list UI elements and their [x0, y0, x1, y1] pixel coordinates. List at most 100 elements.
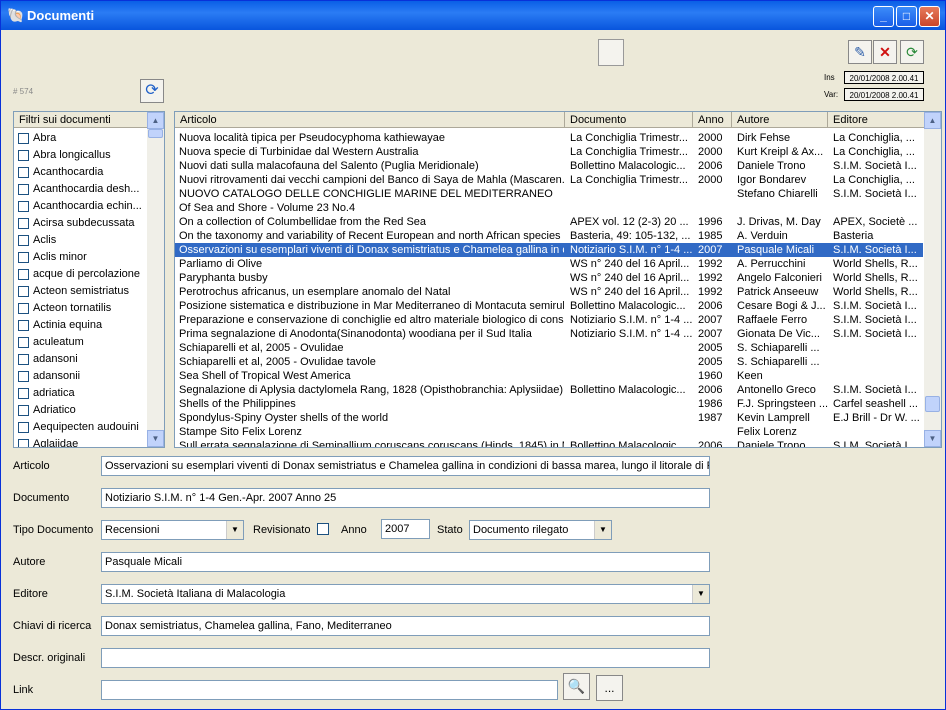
refresh-record-icon[interactable]: ⟳: [900, 40, 924, 64]
scroll-down-icon[interactable]: ▼: [924, 430, 941, 447]
filter-checkbox[interactable]: [18, 320, 29, 331]
filter-checkbox[interactable]: [18, 286, 29, 297]
scroll-thumb[interactable]: [925, 396, 940, 412]
autore-field[interactable]: Pasquale Micali: [101, 552, 710, 572]
filter-checkbox[interactable]: [18, 235, 29, 246]
filter-item[interactable]: Aglajidae: [14, 436, 146, 447]
filter-checkbox[interactable]: [18, 184, 29, 195]
anno-field[interactable]: 2007: [381, 519, 430, 539]
filter-checkbox[interactable]: [18, 269, 29, 280]
table-row[interactable]: Parliamo di Olive WS n° 240 del 16 April.…: [175, 257, 923, 271]
maximize-button[interactable]: □: [896, 6, 917, 27]
save-edit-icon[interactable]: ✎: [848, 40, 872, 64]
table-row[interactable]: Preparazione e conservazione di conchigl…: [175, 313, 923, 327]
filter-item[interactable]: aculeatum: [14, 334, 146, 351]
filter-item[interactable]: Acteon semistriatus: [14, 283, 146, 300]
articolo-field[interactable]: Osservazioni su esemplari viventi di Don…: [101, 456, 710, 476]
filter-checkbox[interactable]: [18, 422, 29, 433]
filter-checkbox[interactable]: [18, 337, 29, 348]
filter-item[interactable]: Acanthocardia echin...: [14, 198, 146, 215]
filters-header[interactable]: Filtri sui documenti: [14, 112, 148, 128]
filter-checkbox[interactable]: [18, 388, 29, 399]
table-row[interactable]: On the taxonomy and variability of Recen…: [175, 229, 923, 243]
filter-item[interactable]: Aclis: [14, 232, 146, 249]
filter-checkbox[interactable]: [18, 371, 29, 382]
table-row[interactable]: Schiaparelli et al, 2005 - Ovulidae tavo…: [175, 355, 923, 369]
column-header-articolo[interactable]: Articolo: [175, 112, 565, 128]
scroll-down-icon[interactable]: ▼: [147, 430, 164, 447]
close-button[interactable]: ✕: [919, 6, 940, 27]
cell-autore: Angelo Falconieri: [737, 272, 822, 284]
scroll-up-icon[interactable]: ▲: [147, 112, 164, 129]
documento-field[interactable]: Notiziario S.I.M. n° 1-4 Gen.-Apr. 2007 …: [101, 488, 710, 508]
chevron-down-icon[interactable]: ▼: [594, 521, 611, 539]
stato-select[interactable]: Documento rilegato ▼: [469, 520, 612, 540]
filter-checkbox[interactable]: [18, 218, 29, 229]
filter-checkbox[interactable]: [18, 405, 29, 416]
filter-checkbox[interactable]: [18, 150, 29, 161]
table-row[interactable]: Paryphanta busby WS n° 240 del 16 April..…: [175, 271, 923, 285]
filter-item[interactable]: adansonii: [14, 368, 146, 385]
filter-item[interactable]: Acirsa subdecussata: [14, 215, 146, 232]
table-row[interactable]: Spondylus-Spiny Oyster shells of the wor…: [175, 411, 923, 425]
filter-item[interactable]: Acteon tornatilis: [14, 300, 146, 317]
table-row[interactable]: On a collection of Columbellidae from th…: [175, 215, 923, 229]
table-row[interactable]: Sea Shell of Tropical West America 1960 Ke…: [175, 369, 923, 383]
table-row[interactable]: Osservazioni su esemplari viventi di Don…: [175, 243, 923, 257]
browse-button[interactable]: ...: [596, 675, 623, 701]
tipo-documento-select[interactable]: Recensioni ▼: [101, 520, 244, 540]
filter-item[interactable]: Acanthocardia: [14, 164, 146, 181]
revisionato-checkbox[interactable]: [317, 523, 329, 535]
filter-item[interactable]: Abra longicallus: [14, 147, 146, 164]
table-row[interactable]: Nuovi dati sulla malacofauna del Salento…: [175, 159, 923, 173]
filter-item[interactable]: adansoni: [14, 351, 146, 368]
table-row[interactable]: Nuovi ritrovamenti dai vecchi campioni d…: [175, 173, 923, 187]
table-row[interactable]: Posizione sistematica e distribuzione in…: [175, 299, 923, 313]
filter-checkbox[interactable]: [18, 167, 29, 178]
table-row[interactable]: Schiaparelli et al, 2005 - Ovulidae 2005 S…: [175, 341, 923, 355]
chevron-down-icon[interactable]: ▼: [226, 521, 243, 539]
refresh-filters-icon[interactable]: ⟳: [140, 79, 164, 103]
filter-item[interactable]: acque di percolazione: [14, 266, 146, 283]
minimize-button[interactable]: _: [873, 6, 894, 27]
scroll-thumb[interactable]: [148, 129, 163, 138]
filter-item[interactable]: Adriatico: [14, 402, 146, 419]
table-row[interactable]: Sull errata segnalazione di Semipallium …: [175, 439, 923, 447]
descr-field[interactable]: [101, 648, 710, 668]
editore-select[interactable]: S.I.M. Società Italiana di Malacologia ▼: [101, 584, 710, 604]
filter-checkbox[interactable]: [18, 354, 29, 365]
filter-checkbox[interactable]: [18, 133, 29, 144]
table-row[interactable]: Stampe Sito Felix Lorenz Felix Lorenz: [175, 425, 923, 439]
blank-button[interactable]: [598, 39, 624, 66]
table-row[interactable]: NUOVO CATALOGO DELLE CONCHIGLIE MARINE D…: [175, 187, 923, 201]
table-row[interactable]: Of Sea and Shore - Volume 23 No.4: [175, 201, 923, 215]
table-row[interactable]: Segnalazione di Aplysia dactylomela Rang…: [175, 383, 923, 397]
filter-item[interactable]: Acanthocardia desh...: [14, 181, 146, 198]
filter-item[interactable]: adriatica: [14, 385, 146, 402]
scroll-up-icon[interactable]: ▲: [924, 112, 941, 129]
filter-item[interactable]: Abra: [14, 130, 146, 147]
chevron-down-icon[interactable]: ▼: [692, 585, 709, 603]
table-row[interactable]: Prima segnalazione di Anodonta(Sinanodon…: [175, 327, 923, 341]
table-row[interactable]: Nuova specie di Turbinidae dal Western A…: [175, 145, 923, 159]
link-field[interactable]: [101, 680, 558, 700]
chiavi-field[interactable]: Donax semistriatus, Chamelea gallina, Fa…: [101, 616, 710, 636]
column-header-autore[interactable]: Autore: [732, 112, 828, 128]
filter-item[interactable]: Aclis minor: [14, 249, 146, 266]
filter-checkbox[interactable]: [18, 439, 29, 447]
table-row[interactable]: Nuova località tipica per Pseudocyphoma …: [175, 131, 923, 145]
open-link-icon[interactable]: 🔍: [563, 673, 590, 700]
delete-icon[interactable]: ✕: [873, 40, 897, 64]
filter-item[interactable]: Actinia equina: [14, 317, 146, 334]
table-scrollbar[interactable]: ▲ ▼: [924, 112, 941, 447]
column-header-editore[interactable]: Editore: [828, 112, 925, 128]
table-row[interactable]: Perotrochus africanus, un esemplare anom…: [175, 285, 923, 299]
filter-item[interactable]: Aequipecten audouini: [14, 419, 146, 436]
table-row[interactable]: Shells of the Philippines 1986 F.J. Spring…: [175, 397, 923, 411]
filter-checkbox[interactable]: [18, 252, 29, 263]
filter-checkbox[interactable]: [18, 201, 29, 212]
column-header-documento[interactable]: Documento: [565, 112, 693, 128]
filters-scrollbar[interactable]: ▲ ▼: [147, 112, 164, 447]
column-header-anno[interactable]: Anno: [693, 112, 732, 128]
filter-checkbox[interactable]: [18, 303, 29, 314]
